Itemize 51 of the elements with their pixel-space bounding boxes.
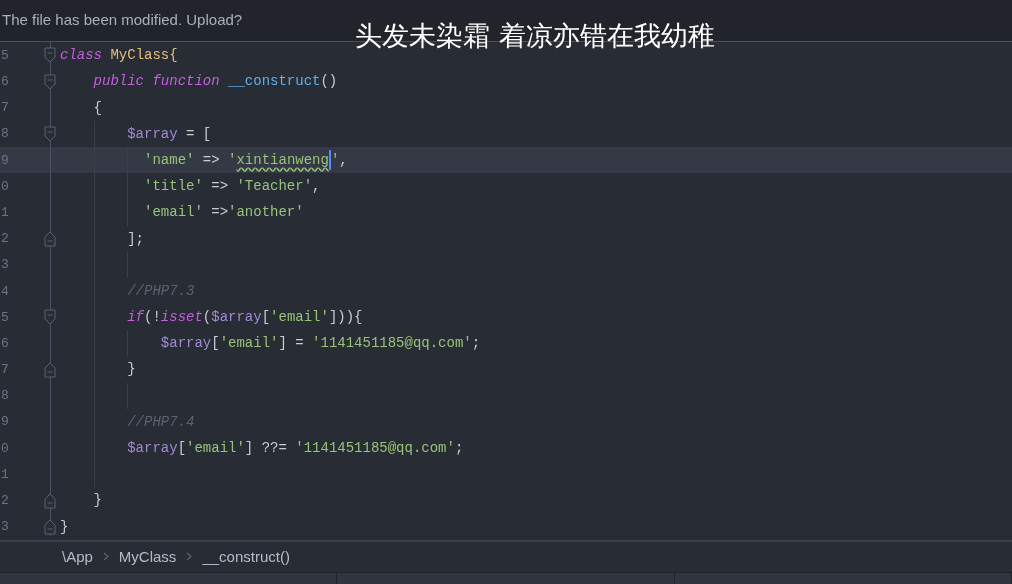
fold-icon[interactable]: [44, 73, 56, 90]
subtitle-caption: 头发未染霜 着凉亦错在我幼稚: [355, 19, 715, 53]
code-line: ];: [60, 225, 145, 252]
line-number: 8: [1, 126, 9, 142]
line-number: 7: [1, 100, 9, 116]
code-line: if(!isset($array['email'])){: [60, 304, 363, 331]
line-number: 1: [1, 466, 9, 482]
line-number: 0: [1, 440, 9, 456]
line-number: 0: [1, 178, 9, 194]
code-line: $array = [: [60, 120, 212, 147]
breadcrumb-item[interactable]: __construct(): [202, 548, 290, 566]
code-line: $array['email'] = '1141451185@qq.com';: [60, 330, 481, 357]
line-number: 8: [1, 388, 9, 404]
code-line: {: [92, 98, 102, 118]
line-number: 2: [1, 231, 9, 247]
line-number: 2: [1, 493, 9, 508]
line-number: 3: [1, 519, 9, 535]
chevron-icon: [102, 552, 109, 562]
code-line: 'title' => 'Teacher',: [60, 173, 321, 200]
fold-icon[interactable]: [44, 309, 56, 326]
code-line: }: [92, 491, 102, 511]
fold-icon[interactable]: [44, 492, 56, 509]
breadcrumb-item[interactable]: MyClass: [118, 548, 177, 566]
fold-icon[interactable]: [44, 47, 56, 64]
fold-icon[interactable]: [44, 518, 56, 535]
code-line: $array['email'] ??= '1141451185@qq.com';: [60, 435, 464, 462]
line-number: 6: [1, 74, 9, 89]
fold-icon[interactable]: [44, 230, 56, 247]
code-line: }: [60, 517, 69, 537]
code-line: public function __construct(): [92, 72, 338, 92]
line-number: 1: [1, 204, 9, 220]
fold-icon[interactable]: [44, 361, 56, 378]
line-number: 5: [1, 47, 9, 63]
line-number: 7: [1, 362, 9, 378]
line-number: 3: [1, 257, 9, 273]
line-number: 9: [1, 414, 9, 430]
code-line: 'email' =>'another': [60, 199, 304, 226]
code-line: }: [60, 356, 136, 383]
code-line: //PHP7.4: [60, 408, 195, 436]
code-line: //PHP7.3: [60, 277, 195, 305]
line-number: 5: [1, 309, 9, 325]
breadcrumb-item[interactable]: \App: [62, 548, 93, 566]
code-line: class MyClass{: [60, 46, 178, 66]
fold-icon[interactable]: [44, 125, 56, 142]
line-number: 6: [1, 335, 9, 351]
line-number: 4: [1, 283, 9, 299]
text-cursor: [328, 150, 331, 171]
line-number: 9: [1, 152, 9, 168]
notification-text: The file has been modified. Upload?: [2, 11, 243, 28]
code-line: 'name' => 'xintianweng',: [60, 146, 348, 174]
chevron-icon: [186, 552, 193, 562]
